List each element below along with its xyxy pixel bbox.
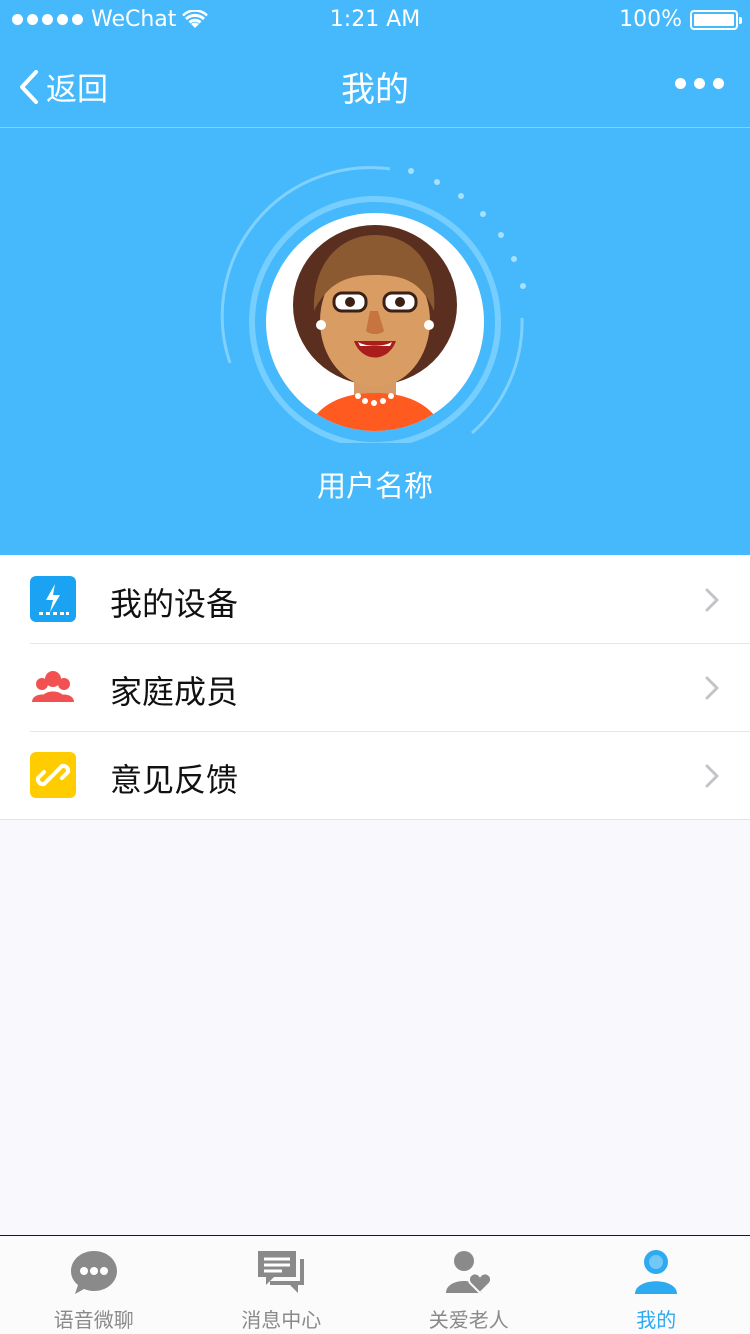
menu-item-feedback[interactable]: 意见反馈 bbox=[0, 731, 750, 819]
message-center-icon bbox=[258, 1251, 305, 1293]
device-lightning-icon bbox=[30, 576, 76, 622]
menu-item-family-members[interactable]: 家庭成员 bbox=[0, 643, 750, 731]
status-bar: WeChat 1:21 AM 100% bbox=[0, 0, 750, 40]
chevron-right-icon bbox=[705, 588, 719, 612]
tab-profile[interactable]: 我的 bbox=[563, 1236, 750, 1334]
link-feedback-icon bbox=[30, 752, 76, 798]
tab-bar: 语音微聊 消息中心 关爱老人 我的 bbox=[0, 1235, 750, 1334]
tab-message-center[interactable]: 消息中心 bbox=[188, 1236, 376, 1334]
username: 用户名称 bbox=[316, 469, 433, 503]
tab-voice-chat[interactable]: 语音微聊 bbox=[0, 1236, 188, 1334]
chat-bubble-icon bbox=[70, 1251, 117, 1294]
tab-care-elderly[interactable]: 关爱老人 bbox=[375, 1236, 563, 1334]
care-elderly-icon bbox=[445, 1251, 492, 1295]
battery-icon bbox=[690, 9, 742, 30]
tab-label: 关爱老人 bbox=[428, 1308, 509, 1332]
chevron-right-icon bbox=[705, 764, 719, 788]
tab-label: 消息中心 bbox=[241, 1308, 322, 1332]
profile-person-icon bbox=[635, 1250, 678, 1294]
menu-item-label: 我的设备 bbox=[110, 585, 239, 623]
tab-label: 我的 bbox=[636, 1308, 677, 1332]
battery-percent: 100% bbox=[619, 7, 682, 32]
more-options-button[interactable] bbox=[675, 78, 724, 89]
menu-list: 我的设备 家庭成员 意见反馈 bbox=[0, 555, 750, 820]
menu-item-label: 意见反馈 bbox=[110, 761, 239, 799]
avatar[interactable] bbox=[266, 213, 484, 431]
menu-item-my-devices[interactable]: 我的设备 bbox=[0, 555, 750, 643]
profile-header: WeChat 1:21 AM 100% 返回 我的 用户名称 bbox=[0, 0, 750, 555]
menu-item-label: 家庭成员 bbox=[110, 673, 239, 711]
more-dots-icon bbox=[675, 78, 686, 89]
nav-bar: 返回 我的 bbox=[0, 40, 750, 128]
avatar-area bbox=[220, 163, 530, 443]
user-avatar-illustration bbox=[293, 225, 457, 431]
family-members-icon bbox=[30, 664, 76, 710]
chevron-right-icon bbox=[705, 676, 719, 700]
page-title: 我的 bbox=[341, 70, 409, 110]
tab-label: 语音微聊 bbox=[53, 1308, 134, 1332]
